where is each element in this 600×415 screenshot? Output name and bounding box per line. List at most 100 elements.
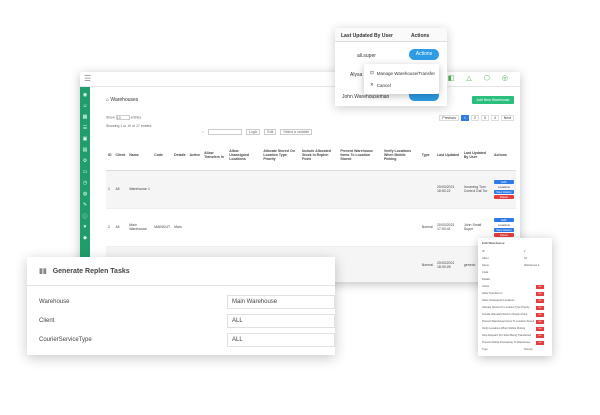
top-icon[interactable]: ◧: [448, 74, 455, 82]
table-cell: Incoming Tom Control Dal Tur: [461, 170, 492, 209]
courier-field[interactable]: ALL: [227, 333, 335, 347]
home-icon[interactable]: ⌂: [106, 97, 109, 103]
row-label: ID: [482, 250, 485, 253]
toggle-button[interactable]: No: [536, 292, 544, 296]
row-value[interactable]: 2: [524, 250, 525, 253]
column-header[interactable]: Details: [172, 140, 188, 171]
history-button[interactable]: View History: [493, 227, 514, 232]
next-page[interactable]: Next: [500, 115, 514, 121]
column-header[interactable]: Actions: [491, 140, 516, 171]
column-header[interactable]: Verify Locations When Mobile Picking: [381, 140, 420, 171]
clock-icon[interactable]: ◷: [80, 180, 90, 186]
panel-row: Prevent Mobile Processing To Warehouse No: [482, 341, 548, 346]
page-3[interactable]: 3: [480, 115, 489, 121]
toggle-button[interactable]: No: [536, 334, 544, 338]
row-value[interactable]: All: [524, 257, 527, 260]
locations-button[interactable]: Locations: [494, 185, 514, 189]
chart-icon[interactable]: ▤: [80, 147, 90, 153]
toggle-button[interactable]: No: [536, 341, 544, 345]
logic-button[interactable]: Logic: [245, 129, 261, 135]
column-header[interactable]: ID: [106, 140, 114, 171]
top-icon[interactable]: ◎: [502, 74, 508, 82]
column-header[interactable]: Client: [113, 140, 128, 171]
column-header[interactable]: Name: [127, 140, 153, 171]
table-cell: [381, 208, 420, 247]
panel-row: Allow Unassigned Locations No: [482, 299, 548, 304]
toggle-button[interactable]: No: [536, 320, 544, 324]
column-header[interactable]: Allocate Stored On Location Type Priorit…: [261, 140, 301, 171]
actions-dropdown: ⊡ Manage Warehouse/Transfer ✕ Cancel: [364, 64, 439, 94]
heart-icon[interactable]: ♥: [80, 224, 90, 230]
row-value[interactable]: Normal: [524, 348, 532, 351]
prev-page[interactable]: Previous: [439, 115, 459, 121]
warehouse-field[interactable]: Main Warehouse: [227, 295, 335, 309]
actions-header: Last Updated By User Actions: [335, 28, 447, 42]
column-header[interactable]: Include Allocated Stock In Replen Point: [300, 140, 339, 171]
panel-row: Name Warehouse 2: [482, 264, 548, 269]
entries-select[interactable]: 10: [115, 115, 130, 120]
menu-item-cancel[interactable]: ✕ Cancel: [370, 82, 391, 88]
toggle-button[interactable]: No: [536, 327, 544, 331]
locations-button[interactable]: Locations: [494, 223, 514, 227]
box-icon[interactable]: ▣: [80, 136, 90, 142]
person-icon[interactable]: ◍: [80, 191, 90, 197]
toggle-button[interactable]: No: [536, 299, 544, 303]
column-header[interactable]: Type: [419, 140, 435, 171]
table-cell: [338, 246, 382, 282]
info-icon[interactable]: ⓘ: [80, 213, 90, 220]
gear-icon[interactable]: ⚙: [80, 158, 90, 164]
search-input[interactable]: [207, 129, 242, 135]
transfer-icon: ⊡: [370, 70, 374, 75]
top-icon[interactable]: △: [466, 74, 471, 82]
table-cell: [300, 170, 339, 209]
row-label: Verify Locations When Mobile Picking: [482, 327, 526, 330]
client-field[interactable]: ALL: [227, 314, 335, 328]
table-cell: [202, 208, 228, 247]
panel-row: Include Allocated Stock In Replen Point N…: [482, 313, 548, 318]
column-header[interactable]: Allow Unassigned Locations: [227, 140, 262, 171]
tag-icon[interactable]: ◆: [80, 235, 90, 241]
column-header[interactable]: Active: [187, 140, 203, 171]
table-cell: All: [113, 170, 128, 209]
variable-select[interactable]: Select a variable: [280, 129, 313, 135]
menu-item-manage[interactable]: ⊡ Manage Warehouse/Transfer: [370, 70, 435, 76]
list-icon[interactable]: ☰: [80, 125, 90, 131]
edit-button[interactable]: Edit: [493, 217, 514, 222]
table-header: ID Client Name Code Details Active Allow Trans…: [106, 140, 516, 171]
row-label: Type: [482, 348, 488, 351]
table-cell: 20/03/2021 17:00:41: [434, 208, 462, 247]
edit-button[interactable]: Edit: [264, 129, 277, 135]
toggle-button[interactable]: No: [536, 285, 544, 289]
table-row: 1 All Warehouse 1 20/03/2021 18:50:22 Incomi…: [106, 170, 516, 209]
page-2[interactable]: 2: [470, 115, 479, 121]
users-icon[interactable]: ☺: [80, 103, 90, 109]
edit-icon[interactable]: ✎: [80, 202, 90, 208]
toggle-button[interactable]: No: [536, 313, 544, 317]
grid-icon[interactable]: ▦: [80, 114, 90, 120]
column-header[interactable]: Last Updated By User: [461, 140, 492, 171]
delete-button[interactable]: Delete: [493, 232, 514, 237]
edit-button[interactable]: Edit: [493, 179, 514, 184]
table-cell: [187, 170, 203, 209]
toggle-button[interactable]: No: [536, 306, 544, 310]
table-cell: [227, 208, 262, 247]
column-header[interactable]: Last Updated: [434, 140, 462, 171]
page-4[interactable]: 4: [490, 115, 499, 121]
table-cell: [338, 170, 382, 209]
column-header[interactable]: Code: [152, 140, 173, 171]
column-header[interactable]: Allow Transfers In: [202, 140, 228, 171]
history-button[interactable]: View History: [493, 189, 514, 194]
table-cell: [261, 170, 301, 209]
dashboard-icon[interactable]: ◉: [80, 92, 90, 98]
actions-button[interactable]: Actions: [409, 49, 439, 60]
row-value[interactable]: Warehouse 2: [524, 264, 539, 267]
truck-icon[interactable]: ▭: [80, 169, 90, 175]
top-icon[interactable]: ⬡: [484, 74, 490, 82]
menu-icon[interactable]: ☰: [84, 74, 91, 83]
column-header[interactable]: Prevent Warehouse Items To Location Stor…: [338, 140, 382, 171]
field-row: CourierServiceType ALL: [27, 333, 335, 351]
add-warehouse-button[interactable]: Add New Warehouse: [472, 96, 514, 104]
page-1[interactable]: 1: [460, 115, 469, 121]
page-title: Warehouses: [110, 97, 139, 103]
delete-button[interactable]: Delete: [493, 194, 514, 199]
